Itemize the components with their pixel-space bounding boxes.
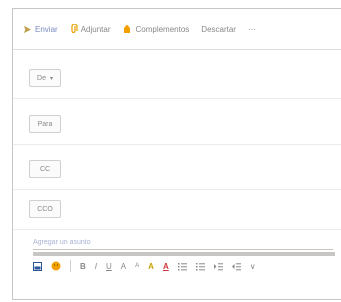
superscript-button[interactable]: A [135,263,139,269]
emoji-icon [51,261,61,271]
toolbar-separator [70,260,71,272]
chevron-down-icon: ▾ [49,75,53,82]
compose-toolbar: Enviar Adjuntar Complementos Descartar ·… [13,9,341,50]
cc-button[interactable]: CC [29,160,61,178]
font-size-button[interactable]: A [121,262,126,271]
send-icon [23,25,32,33]
addins-icon [124,25,131,33]
decrease-indent-button[interactable] [231,262,241,271]
to-row: Para [13,104,341,145]
numbered-list-icon [195,262,205,270]
addins-label: Complementos [135,24,190,34]
from-label: De [37,74,46,82]
compose-pane: Enviar Adjuntar Complementos Descartar ·… [12,8,341,300]
format-toolbar-divider [33,252,335,256]
addins-button[interactable]: Complementos [122,24,189,34]
paperclip-icon [71,24,78,34]
more-formatting-button[interactable]: ∨ [250,262,256,271]
to-button[interactable]: Para [29,115,61,133]
bold-button[interactable]: B [80,262,86,271]
underline-button[interactable]: U [106,262,112,271]
cc-row: CC [13,149,341,190]
bcc-label: CCO [37,205,53,213]
increase-indent-button[interactable] [213,262,223,271]
emoji-button[interactable] [51,261,61,271]
italic-button[interactable]: I [95,262,97,271]
more-options-button[interactable]: ··· [248,25,256,34]
discard-label: Descartar [201,24,236,34]
attach-label: Adjuntar [80,24,111,34]
subject-underline [33,249,333,250]
from-button[interactable]: De ▾ [29,69,61,87]
message-body-editor[interactable] [13,279,341,299]
highlight-button[interactable]: A [148,262,154,271]
from-row: De ▾ [13,58,341,99]
insert-image-button[interactable] [33,261,42,271]
format-toolbar: B I U A A A A ∨ [33,257,341,275]
font-color-button[interactable]: A [163,262,169,271]
indent-icon [213,262,223,270]
bullets-button[interactable] [177,262,187,271]
image-icon [33,261,42,271]
bullet-list-icon [177,262,187,270]
cc-label: CC [39,165,51,173]
more-icon: ··· [247,24,256,34]
bcc-button[interactable]: CCO [29,200,61,218]
bcc-row: CCO [13,189,341,230]
discard-button[interactable]: Descartar [201,25,236,34]
attach-button[interactable]: Adjuntar [70,24,111,34]
to-label: Para [37,120,53,128]
subject-input[interactable]: Agregar un asunto [33,239,91,246]
numbering-button[interactable] [195,262,205,271]
send-button[interactable]: Enviar [23,25,58,34]
outdent-icon [231,262,241,270]
send-label: Enviar [35,24,58,34]
